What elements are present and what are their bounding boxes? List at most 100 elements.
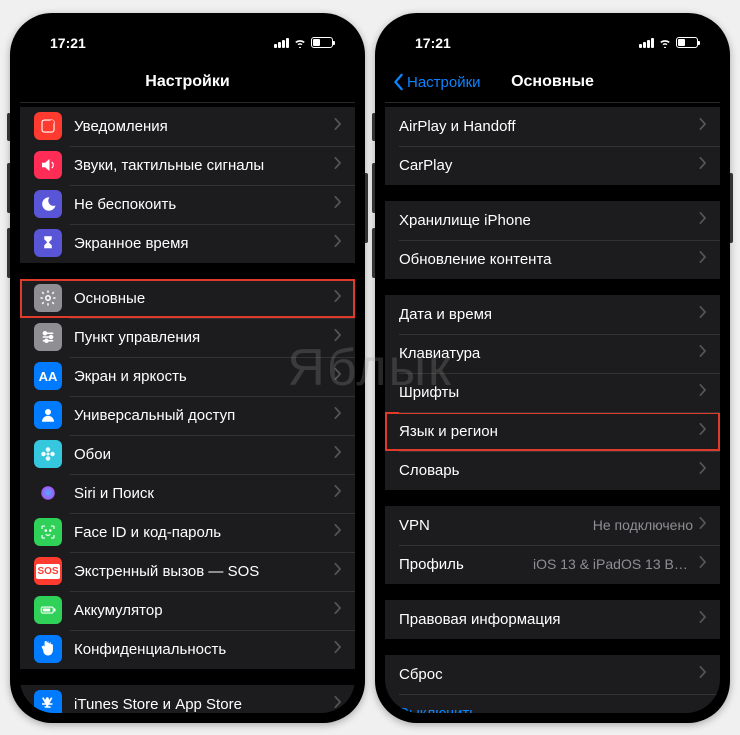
row-screentime[interactable]: Экранное время: [20, 224, 355, 263]
row-label: Правовая информация: [399, 611, 699, 628]
siri-icon: [34, 479, 62, 507]
cellular-signal-icon: [274, 38, 289, 48]
row-reset[interactable]: Сброс: [385, 655, 720, 694]
AA-icon: AA: [34, 362, 62, 390]
row-wallpaper[interactable]: Обои: [20, 435, 355, 474]
hand-icon: [34, 635, 62, 663]
chevron-right-icon: [334, 406, 341, 424]
row-fonts[interactable]: Шрифты: [385, 373, 720, 412]
chevron-right-icon: [699, 665, 706, 683]
row-dictionary[interactable]: Словарь: [385, 451, 720, 490]
notch: [110, 23, 265, 47]
chevron-right-icon: [334, 289, 341, 307]
chevron-right-icon: [334, 484, 341, 502]
row-profile[interactable]: ПрофильiOS 13 & iPadOS 13 Beta Software.…: [385, 545, 720, 584]
row-label: Экстренный вызов — SOS: [74, 563, 334, 580]
row-label: Конфиденциальность: [74, 641, 334, 658]
row-label: Профиль: [399, 556, 533, 573]
battery-icon: [34, 596, 62, 624]
moon-icon: [34, 190, 62, 218]
hourglass-icon: [34, 229, 62, 257]
row-label: Siri и Поиск: [74, 485, 334, 502]
chevron-right-icon: [699, 422, 706, 440]
row-storage[interactable]: Хранилище iPhone: [385, 201, 720, 240]
chevron-right-icon: [334, 234, 341, 252]
nav-bar: Настройки Основные: [385, 63, 720, 103]
row-display[interactable]: AA Экран и яркость: [20, 357, 355, 396]
cellular-signal-icon: [639, 38, 654, 48]
chevron-right-icon: [334, 117, 341, 135]
chevron-right-icon: [334, 523, 341, 541]
chevron-right-icon: [334, 562, 341, 580]
phone-left: 17:21 Настройки Уведомления Звуки, тактил…: [10, 13, 365, 723]
row-faceid[interactable]: Face ID и код-пароль: [20, 513, 355, 552]
back-label: Настройки: [407, 74, 481, 91]
row-legal[interactable]: Правовая информация: [385, 600, 720, 639]
row-language[interactable]: Язык и регион: [385, 412, 720, 451]
row-label: Экран и яркость: [74, 368, 334, 385]
flower-icon: [34, 440, 62, 468]
chevron-right-icon: [699, 555, 706, 573]
row-dnd[interactable]: Не беспокоить: [20, 185, 355, 224]
chevron-right-icon: [334, 195, 341, 213]
chevron-right-icon: [334, 445, 341, 463]
row-label: Дата и время: [399, 306, 699, 323]
wifi-icon: [293, 38, 307, 48]
row-carplay[interactable]: CarPlay: [385, 146, 720, 185]
settings-list[interactable]: Уведомления Звуки, тактильные сигналы Не б…: [20, 103, 355, 713]
speaker-icon: [34, 151, 62, 179]
row-privacy[interactable]: Конфиденциальность: [20, 630, 355, 669]
row-label: Основные: [74, 290, 334, 307]
status-time: 17:21: [50, 35, 86, 51]
row-itunes[interactable]: iTunes Store и App Store: [20, 685, 355, 713]
row-label: Хранилище iPhone: [399, 212, 699, 229]
chevron-right-icon: [334, 156, 341, 174]
chevron-right-icon: [699, 117, 706, 135]
chevron-right-icon: [699, 610, 706, 628]
row-keyboard[interactable]: Клавиатура: [385, 334, 720, 373]
chevron-right-icon: [699, 344, 706, 362]
row-shutdown[interactable]: Выключить: [385, 694, 720, 713]
chevron-right-icon: [334, 640, 341, 658]
notch: [475, 23, 630, 47]
row-general[interactable]: Основные: [20, 279, 355, 318]
row-label: Выключить: [399, 705, 706, 713]
row-datetime[interactable]: Дата и время: [385, 295, 720, 334]
row-label: VPN: [399, 517, 593, 534]
row-notifications[interactable]: Уведомления: [20, 107, 355, 146]
general-list[interactable]: AirPlay и Handoff CarPlay Хранилище iPhone…: [385, 103, 720, 713]
row-label: Язык и регион: [399, 423, 699, 440]
row-label: Звуки, тактильные сигналы: [74, 157, 334, 174]
row-battery[interactable]: Аккумулятор: [20, 591, 355, 630]
appstore-icon: [34, 690, 62, 713]
row-airplay[interactable]: AirPlay и Handoff: [385, 107, 720, 146]
row-refresh[interactable]: Обновление контента: [385, 240, 720, 279]
nav-bar: Настройки: [20, 63, 355, 103]
row-label: Обои: [74, 446, 334, 463]
row-label: Универсальный доступ: [74, 407, 334, 424]
row-label: Сброс: [399, 666, 699, 683]
chevron-right-icon: [334, 695, 341, 713]
row-vpn[interactable]: VPNНе подключено: [385, 506, 720, 545]
row-label: Пункт управления: [74, 329, 334, 346]
row-label: Обновление контента: [399, 251, 699, 268]
row-label: Уведомления: [74, 118, 334, 135]
row-siri[interactable]: Siri и Поиск: [20, 474, 355, 513]
chevron-right-icon: [699, 516, 706, 534]
row-accessibility[interactable]: Универсальный доступ: [20, 396, 355, 435]
chevron-right-icon: [699, 156, 706, 174]
row-controlcenter[interactable]: Пункт управления: [20, 318, 355, 357]
row-label: AirPlay и Handoff: [399, 118, 699, 135]
page-title: Настройки: [145, 73, 229, 91]
chevron-right-icon: [699, 305, 706, 323]
row-detail: Не подключено: [593, 517, 693, 533]
row-sos[interactable]: SOSЭкстренный вызов — SOS: [20, 552, 355, 591]
row-sounds[interactable]: Звуки, тактильные сигналы: [20, 146, 355, 185]
phone-right: 17:21 Настройки Основные AirPlay и Hando…: [375, 13, 730, 723]
chevron-right-icon: [699, 383, 706, 401]
back-button[interactable]: Настройки: [393, 73, 481, 91]
wifi-icon: [658, 38, 672, 48]
gear-icon: [34, 284, 62, 312]
chevron-right-icon: [699, 250, 706, 268]
row-label: Экранное время: [74, 235, 334, 252]
